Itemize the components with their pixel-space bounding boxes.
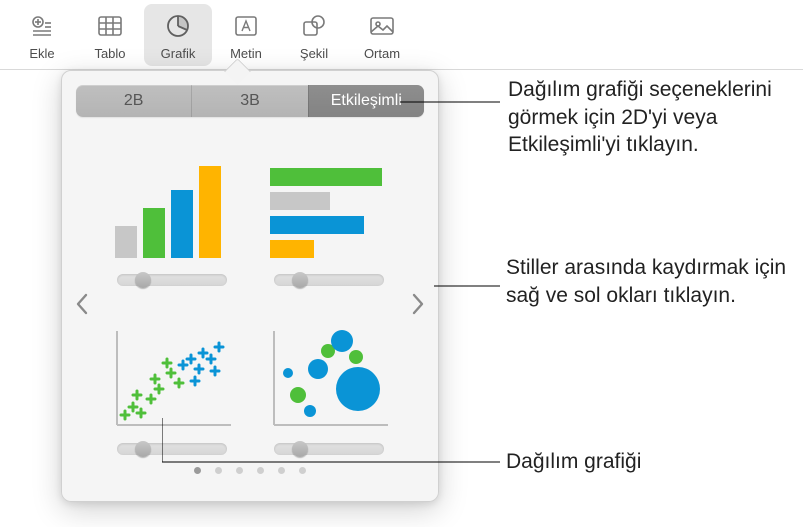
insert-icon [24,8,60,44]
media-button[interactable]: Ortam [348,4,416,66]
page-dot[interactable] [257,467,264,474]
shape-button[interactable]: Şekil [280,4,348,66]
tab-interactive[interactable]: Etkileşimli [308,85,424,117]
page-dot[interactable] [278,467,285,474]
chart-button[interactable]: Grafik [144,4,212,66]
insert-button[interactable]: Ekle [8,4,76,66]
chart-label: Grafik [161,46,196,61]
chart-option-bar[interactable] [261,135,396,286]
style-slider[interactable] [117,443,227,455]
chart-option-scatter[interactable] [104,304,239,455]
scatter-chart-icon [107,325,237,435]
callout-arrows: Stiller arasında kaydırmak için sağ ve s… [506,254,803,309]
chart-option-column[interactable] [104,135,239,286]
shape-icon [296,8,332,44]
column-chart-icon [107,156,237,266]
insert-label: Ekle [29,46,54,61]
next-style-button[interactable] [406,287,430,321]
chart-icon [160,8,196,44]
callout-segmented: Dağılım grafiği seçeneklerini görmek içi… [508,76,803,159]
chevron-left-icon [75,292,89,316]
page-dots [62,467,438,474]
media-icon [364,8,400,44]
shape-label: Şekil [300,46,328,61]
style-slider[interactable] [274,443,384,455]
tab-3d[interactable]: 3B [191,85,307,117]
text-button[interactable]: Metin [212,4,280,66]
callout-scatter: Dağılım grafiği [506,448,641,476]
page-dot[interactable] [236,467,243,474]
style-slider[interactable] [274,274,384,286]
callout-leader [434,280,500,292]
chart-style-gallery [76,135,424,455]
chart-type-segmented: 2B 3B Etkileşimli [76,85,424,117]
table-label: Tablo [94,46,125,61]
media-label: Ortam [364,46,400,61]
bubble-chart-icon [264,325,394,435]
text-icon [228,8,264,44]
table-button[interactable]: Tablo [76,4,144,66]
table-icon [92,8,128,44]
page-dot[interactable] [215,467,222,474]
chart-option-bubble[interactable] [261,304,396,455]
page-dot[interactable] [299,467,306,474]
style-slider[interactable] [117,274,227,286]
chevron-right-icon [411,292,425,316]
bar-chart-icon [264,156,394,266]
page-dot[interactable] [194,467,201,474]
prev-style-button[interactable] [70,287,94,321]
chart-popover: 2B 3B Etkileşimli [61,70,439,502]
tab-2d[interactable]: 2B [76,85,191,117]
chart-thumbnail-grid [76,135,424,455]
toolbar: Ekle Tablo Grafik Metin [0,0,803,70]
